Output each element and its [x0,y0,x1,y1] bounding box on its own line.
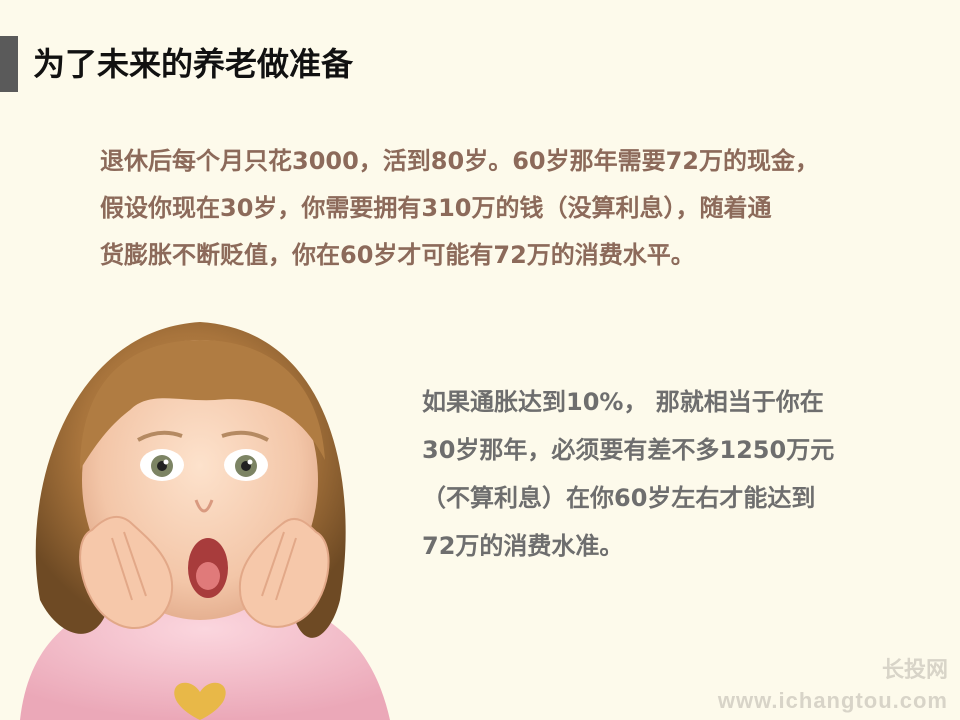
paragraph-line: 72万的消费水准。 [422,532,624,560]
slide: 为了未来的养老做准备 退休后每个月只花3000，活到80岁。60岁那年需要72万… [0,0,960,720]
paragraph-inflation-effect: 如果通胀达到10%， 那就相当于你在 30岁那年，必须要有差不多1250万元 （… [422,378,922,570]
paragraph-line: 货膨胀不断贬值，你在60岁才可能有72万的消费水平。 [100,241,695,269]
slide-title: 为了未来的养老做准备 [33,45,354,83]
title-accent-bar [0,36,18,92]
surprised-child-photo [20,322,390,720]
paragraph-line: 退休后每个月只花3000，活到80岁。60岁那年需要72万的现金， [100,147,819,175]
paragraph-line: （不算利息）在你60岁左右才能达到 [422,484,816,512]
paragraph-line: 假设你现在30岁，你需要拥有310万的钱（没算利息），随着通 [100,194,772,222]
paragraph-line: 30岁那年，必须要有差不多1250万元 [422,436,835,464]
paragraph-retirement-plan: 退休后每个月只花3000，活到80岁。60岁那年需要72万的现金， 假设你现在3… [100,138,900,279]
paragraph-line: 如果通胀达到10%， 那就相当于你在 [422,388,824,416]
watermark-site-name: 长投网 [881,658,948,683]
watermark-url: www.ichangtou.com [717,688,948,713]
